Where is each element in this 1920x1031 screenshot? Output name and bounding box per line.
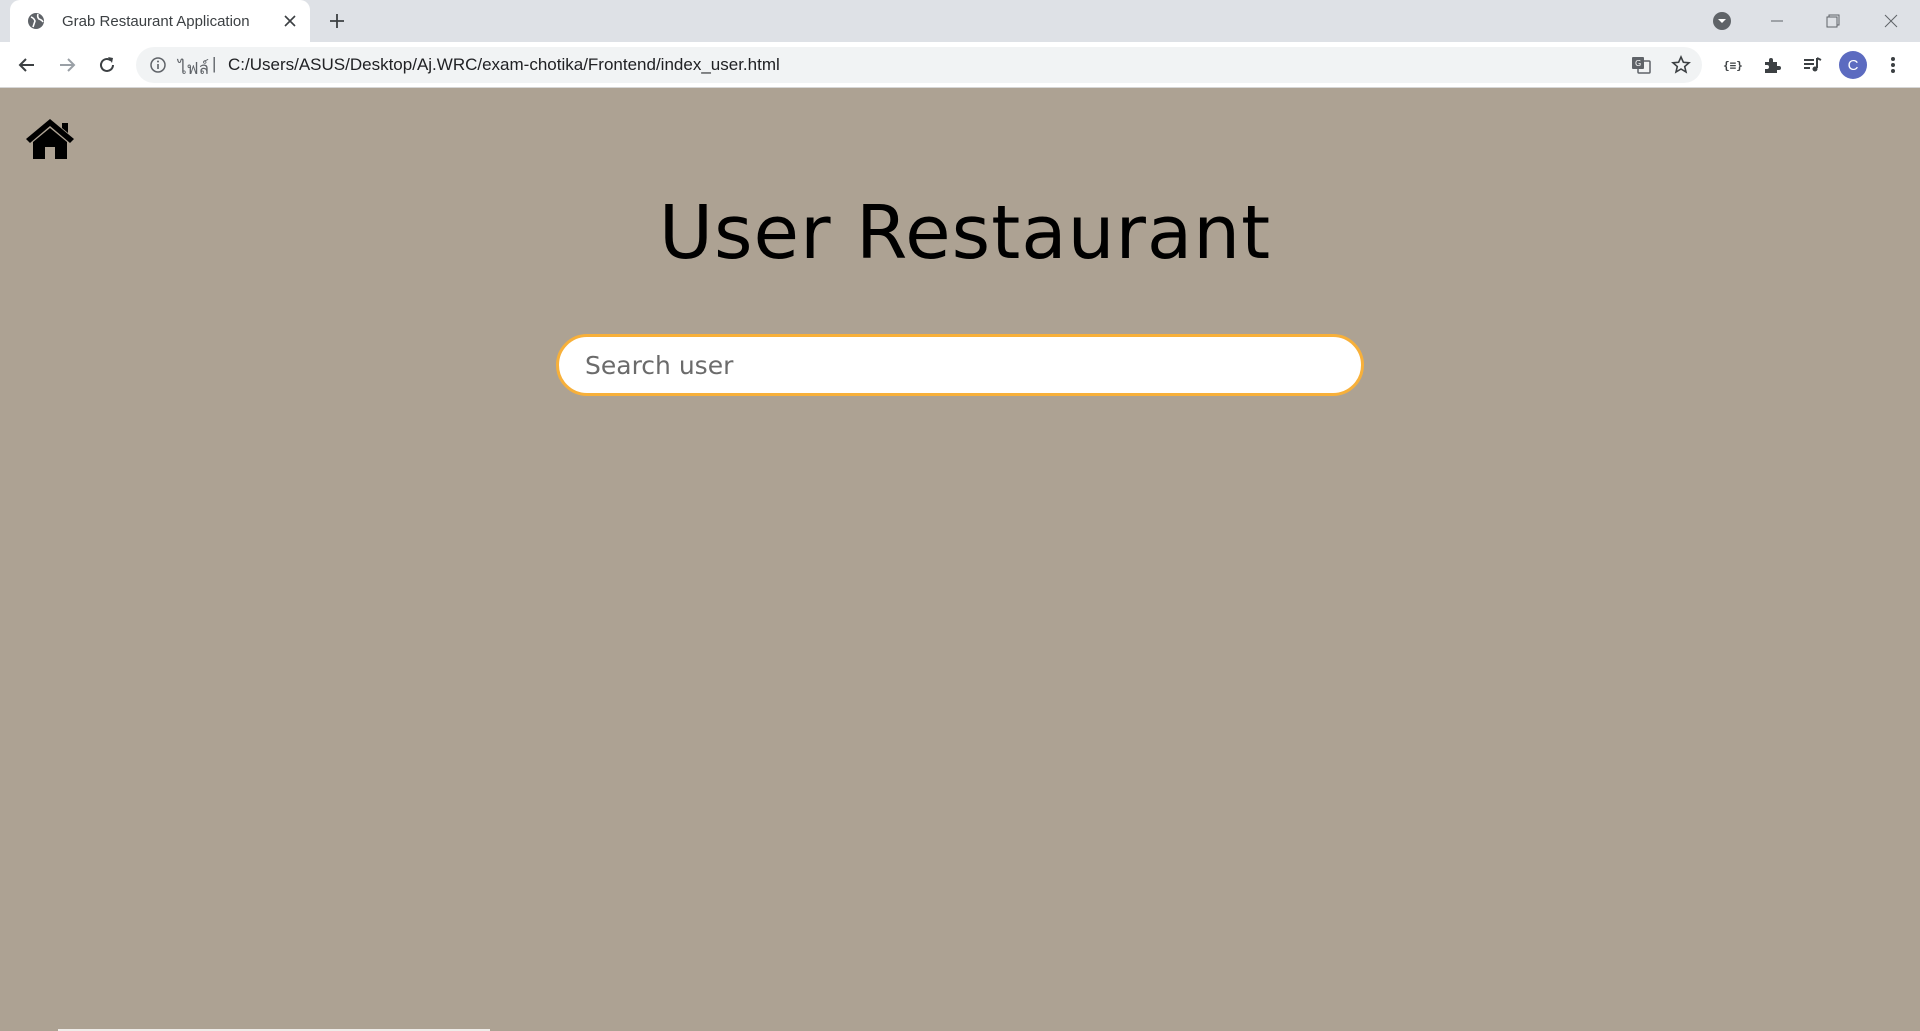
close-icon[interactable] bbox=[280, 11, 300, 31]
browser-tab[interactable]: Grab Restaurant Application bbox=[10, 0, 310, 42]
info-icon[interactable] bbox=[148, 55, 168, 75]
new-tab-button[interactable] bbox=[325, 9, 349, 33]
url-separator: | bbox=[212, 54, 217, 73]
browser-toolbar: ไฟล์ | C:/Users/ASUS/Desktop/Aj.WRC/exam… bbox=[0, 42, 1920, 88]
back-button[interactable] bbox=[14, 52, 40, 78]
svg-text:{≡}: {≡} bbox=[1723, 59, 1742, 72]
tab-title: Grab Restaurant Application bbox=[62, 12, 250, 30]
translate-icon[interactable]: G bbox=[1630, 54, 1652, 76]
minimize-button[interactable] bbox=[1764, 8, 1790, 34]
minimize-icon bbox=[1771, 20, 1783, 22]
home-icon[interactable] bbox=[24, 117, 76, 161]
page-content: User Restaurant bbox=[0, 88, 1920, 1031]
page-title: User Restaurant bbox=[658, 190, 1272, 276]
reload-button[interactable] bbox=[94, 52, 120, 78]
window-close-button[interactable] bbox=[1878, 8, 1904, 34]
forward-button[interactable] bbox=[54, 52, 80, 78]
arrow-right-icon bbox=[60, 58, 76, 72]
browser-titlebar: Grab Restaurant Application bbox=[0, 0, 1920, 42]
arrow-left-icon bbox=[18, 58, 34, 72]
url-scheme-label: ไฟล์ bbox=[178, 59, 210, 78]
chevron-down-icon bbox=[1713, 12, 1731, 30]
address-bar[interactable]: ไฟล์ | C:/Users/ASUS/Desktop/Aj.WRC/exam… bbox=[136, 47, 1702, 83]
svg-text:G: G bbox=[1635, 59, 1641, 68]
plus-icon bbox=[330, 14, 344, 28]
reload-icon bbox=[100, 57, 114, 72]
puzzle-icon[interactable] bbox=[1759, 52, 1785, 78]
globe-icon bbox=[26, 11, 46, 31]
restore-icon bbox=[1826, 14, 1840, 28]
profile-avatar[interactable]: C bbox=[1839, 51, 1867, 79]
media-control-icon[interactable] bbox=[1799, 52, 1825, 78]
json-viewer-extension-icon[interactable]: {≡} bbox=[1719, 52, 1745, 78]
search-input[interactable] bbox=[556, 334, 1364, 396]
star-icon[interactable] bbox=[1670, 54, 1692, 76]
search-container bbox=[556, 334, 1364, 396]
close-icon bbox=[1884, 14, 1898, 28]
more-menu-icon[interactable] bbox=[1880, 52, 1906, 78]
restore-button[interactable] bbox=[1820, 8, 1846, 34]
url-text[interactable]: C:/Users/ASUS/Desktop/Aj.WRC/exam-chotik… bbox=[228, 55, 780, 75]
tab-search-button[interactable] bbox=[1709, 8, 1735, 34]
